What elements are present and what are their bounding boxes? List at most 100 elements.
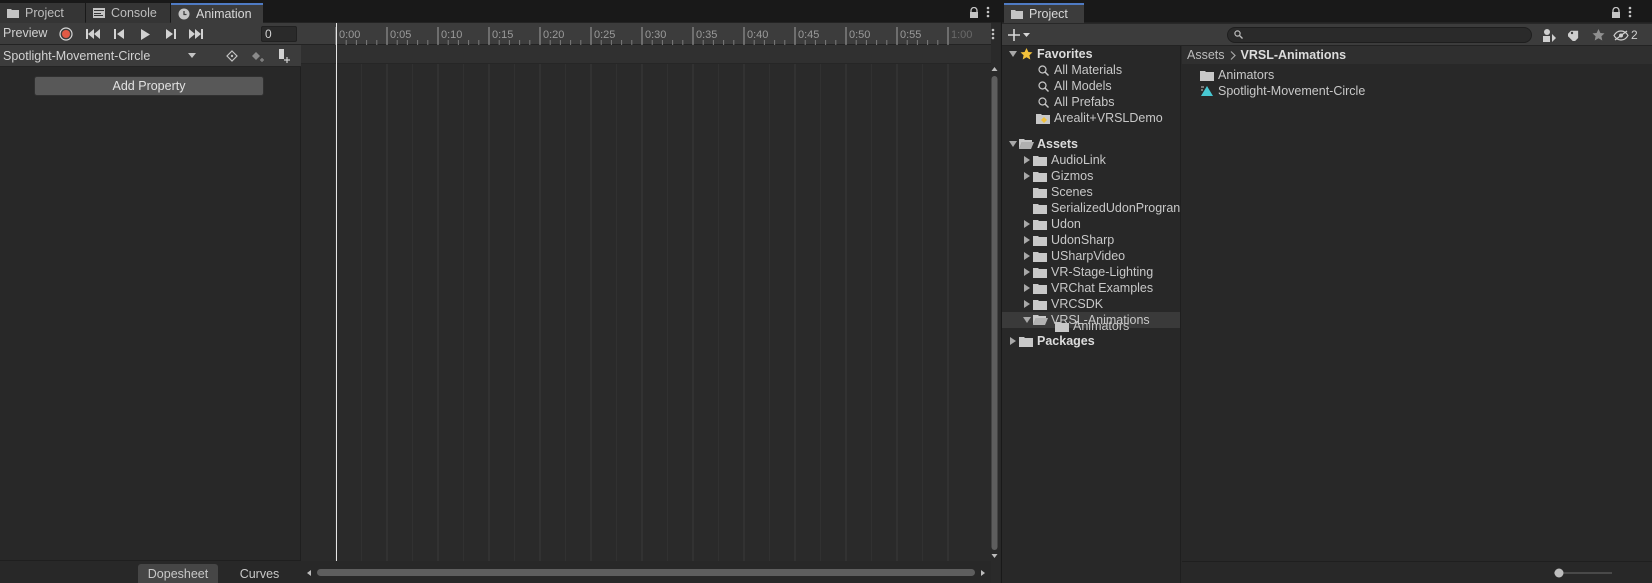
tree-assets[interactable]: Assets bbox=[1002, 136, 1180, 152]
tree-label: VR-Stage-Lighting bbox=[1051, 265, 1154, 279]
breadcrumb-current[interactable]: VRSL-Animations bbox=[1241, 48, 1347, 62]
folder-icon bbox=[1032, 217, 1048, 231]
ruler-tick-label: 0:20 bbox=[543, 29, 565, 41]
record-dot bbox=[62, 30, 70, 38]
foldout-closed-icon[interactable] bbox=[1021, 300, 1032, 308]
foldout-closed-icon[interactable] bbox=[1021, 268, 1032, 276]
previous-keyframe-button[interactable] bbox=[107, 25, 131, 43]
next-keyframe-button[interactable] bbox=[158, 25, 182, 43]
search-by-label-icon[interactable] bbox=[1563, 27, 1585, 43]
content-item-animators[interactable]: Animators bbox=[1199, 67, 1274, 83]
tab-project-right[interactable]: Project bbox=[1004, 3, 1084, 23]
search-icon bbox=[1035, 63, 1051, 77]
tree-label: All Materials bbox=[1054, 63, 1123, 77]
play-button[interactable] bbox=[133, 25, 157, 43]
tree-favorites[interactable]: Favorites bbox=[1002, 46, 1180, 62]
horizontal-scrollbar[interactable] bbox=[301, 561, 991, 583]
search-icon bbox=[1035, 79, 1051, 93]
tree-favorite-item[interactable]: All Materials bbox=[1002, 62, 1180, 78]
clip-dropdown[interactable]: Spotlight-Movement-Circle bbox=[0, 45, 204, 67]
keyframe-filter-button[interactable] bbox=[220, 47, 244, 65]
create-button[interactable] bbox=[1008, 27, 1034, 43]
dopesheet-grid[interactable] bbox=[301, 64, 991, 561]
tree-favorite-item[interactable]: Arealit+VRSLDemo bbox=[1002, 110, 1180, 126]
foldout-closed-icon[interactable] bbox=[1007, 337, 1018, 345]
tree-favorite-item[interactable]: All Models bbox=[1002, 78, 1180, 94]
search-input[interactable] bbox=[1227, 27, 1532, 43]
search-by-type-icon[interactable] bbox=[1539, 27, 1561, 43]
tree-animators[interactable]: Animators bbox=[1002, 318, 1180, 334]
tree-asset-folder[interactable]: Scenes bbox=[1002, 184, 1180, 200]
event-row[interactable] bbox=[301, 45, 991, 64]
search-icon bbox=[1234, 30, 1243, 39]
tree-asset-folder[interactable]: USharpVideo bbox=[1002, 248, 1180, 264]
animation-window: Project Console Animation Preview 0 Spot… bbox=[0, 0, 1001, 583]
tree-asset-folder[interactable]: VRCSDK bbox=[1002, 296, 1180, 312]
ruler-tick-label: 0:10 bbox=[441, 29, 463, 41]
star-icon[interactable] bbox=[1587, 27, 1609, 43]
more-options-icon[interactable] bbox=[986, 6, 990, 18]
vertical-scrollbar[interactable] bbox=[990, 65, 999, 561]
star-icon bbox=[1018, 47, 1034, 61]
hidden-packages-toggle[interactable]: 2 bbox=[1613, 27, 1649, 43]
folder-icon bbox=[6, 6, 20, 20]
folder-open-icon bbox=[1018, 137, 1034, 151]
tree-asset-folder[interactable]: VR-Stage-Lighting bbox=[1002, 264, 1180, 280]
tab-project[interactable]: Project bbox=[0, 3, 85, 23]
tree-packages[interactable]: Packages bbox=[1002, 333, 1180, 349]
frame-input[interactable]: 0 bbox=[261, 26, 297, 42]
first-keyframe-button[interactable] bbox=[81, 25, 105, 43]
breadcrumb-assets[interactable]: Assets bbox=[1187, 48, 1225, 62]
add-event-button[interactable] bbox=[272, 47, 296, 65]
ruler-tick-label: 0:55 bbox=[900, 29, 922, 41]
tab-animation[interactable]: Animation bbox=[171, 3, 263, 23]
tree-label: Assets bbox=[1037, 137, 1078, 151]
foldout-open-icon[interactable] bbox=[1007, 51, 1018, 57]
timeline-area[interactable]: 0:00 0:05 0:10 0:15 0:20 0:25 0:30 0:35 0:40 0:45… bbox=[301, 23, 1000, 583]
tree-asset-folder[interactable]: VRChat Examples bbox=[1002, 280, 1180, 296]
ruler-tick-label: 0:35 bbox=[696, 29, 718, 41]
tree-asset-folder[interactable]: Udon bbox=[1002, 216, 1180, 232]
tree-label: All Prefabs bbox=[1054, 95, 1115, 109]
playhead[interactable] bbox=[336, 23, 337, 561]
preview-toggle[interactable]: Preview bbox=[3, 26, 47, 40]
tree-asset-folder[interactable]: AudioLink bbox=[1002, 152, 1180, 168]
tab-label: Project bbox=[1029, 7, 1068, 21]
time-ruler[interactable]: 0:00 0:05 0:10 0:15 0:20 0:25 0:30 0:35 0:40 0:45… bbox=[301, 23, 991, 45]
foldout-closed-icon[interactable] bbox=[1021, 252, 1032, 260]
foldout-closed-icon[interactable] bbox=[1021, 156, 1032, 164]
folder-icon bbox=[1032, 201, 1048, 215]
foldout-closed-icon[interactable] bbox=[1021, 172, 1032, 180]
foldout-open-icon[interactable] bbox=[1007, 141, 1018, 147]
tree-label: Gizmos bbox=[1051, 169, 1094, 183]
breadcrumb: Assets VRSL-Animations bbox=[1182, 46, 1652, 64]
more-options-icon[interactable] bbox=[1628, 6, 1632, 18]
tree-label: VRChat Examples bbox=[1051, 281, 1154, 295]
chevron-right-icon bbox=[1230, 50, 1236, 60]
tree-favorite-item[interactable]: All Prefabs bbox=[1002, 94, 1180, 110]
lock-icon[interactable] bbox=[1611, 7, 1621, 18]
icon-size-slider[interactable] bbox=[1554, 568, 1612, 578]
tree-asset-folder[interactable]: Gizmos bbox=[1002, 168, 1180, 184]
tab-dopesheet[interactable]: Dopesheet bbox=[138, 564, 218, 583]
tab-console[interactable]: Console bbox=[86, 3, 170, 23]
content-item-animation-clip[interactable]: Spotlight-Movement-Circle bbox=[1199, 83, 1365, 99]
tree-asset-folder[interactable]: SerializedUdonProgran bbox=[1002, 200, 1181, 216]
add-property-button[interactable]: Add Property bbox=[34, 76, 264, 96]
view-mode-tabs: Dopesheet Curves bbox=[0, 560, 301, 583]
foldout-closed-icon[interactable] bbox=[1021, 220, 1032, 228]
add-keyframe-button[interactable] bbox=[246, 47, 270, 65]
tree-label: AudioLink bbox=[1051, 153, 1106, 167]
project-window: Project 2 Favorites All Materials All Mo… bbox=[1002, 0, 1652, 583]
tree-label: SerializedUdonProgran bbox=[1051, 201, 1181, 215]
content-label: Spotlight-Movement-Circle bbox=[1218, 84, 1366, 98]
last-keyframe-button[interactable] bbox=[184, 25, 208, 43]
folder-icon bbox=[1010, 7, 1024, 21]
foldout-closed-icon[interactable] bbox=[1021, 284, 1032, 292]
timeline-menu-icon[interactable] bbox=[991, 28, 995, 40]
tree-asset-folder[interactable]: UdonSharp bbox=[1002, 232, 1180, 248]
tab-curves[interactable]: Curves bbox=[222, 564, 297, 583]
record-button[interactable] bbox=[54, 25, 78, 43]
lock-icon[interactable] bbox=[969, 7, 979, 18]
foldout-closed-icon[interactable] bbox=[1021, 236, 1032, 244]
